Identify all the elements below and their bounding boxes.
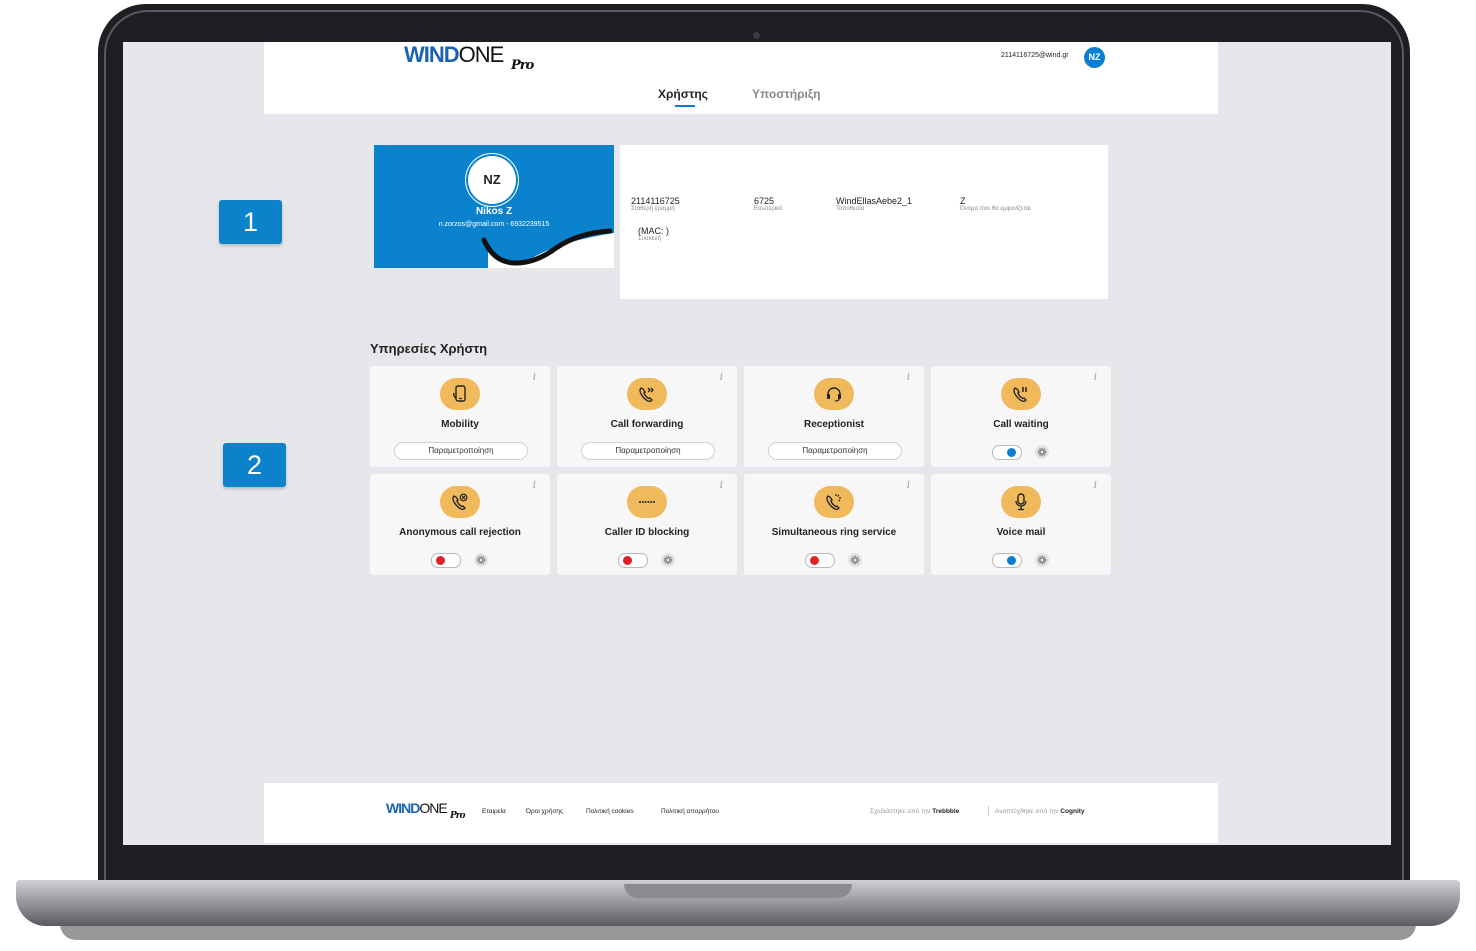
info-icon[interactable]: i <box>1094 480 1097 491</box>
service-tile-simultaneous-ring: i Simultaneous ring service <box>744 474 924 575</box>
gear-icon[interactable] <box>474 553 488 567</box>
configure-button[interactable]: Παραμετροποίηση <box>394 442 528 460</box>
service-title: Mobility <box>441 419 479 430</box>
info-icon[interactable]: i <box>907 372 910 383</box>
gear-icon[interactable] <box>1035 445 1049 459</box>
developed-by-credit: Αναπτύχθηκε από την Cognity <box>995 808 1085 815</box>
mobile-phone-icon <box>440 378 480 410</box>
step-badge-1: 1 <box>219 200 282 244</box>
profile-contact: n.zorzos@gmail.com - 6932239515 <box>438 221 550 228</box>
app-screen: WINDONE Pro 2114116725@wind.gr NZ Χρήστη… <box>123 42 1391 845</box>
info-icon[interactable]: i <box>533 372 536 383</box>
designer-link[interactable]: Trebbble <box>932 808 959 815</box>
top-header: WINDONE Pro 2114116725@wind.gr NZ Χρήστη… <box>264 42 1218 114</box>
masked-dots-icon <box>627 486 667 518</box>
laptop-shadow <box>60 924 1416 940</box>
headset-icon <box>814 378 854 410</box>
call-pause-icon <box>1001 378 1041 410</box>
user-avatar[interactable]: NZ <box>1084 47 1105 68</box>
service-title: Call waiting <box>993 419 1049 430</box>
service-title: Voice mail <box>996 527 1046 538</box>
configure-button[interactable]: Παραμετροποίηση <box>768 442 902 460</box>
call-ring-icon <box>814 486 854 518</box>
extension-field: 6725 Εσωτερικό <box>754 196 783 212</box>
service-tile-voice-mail: i Voice mail <box>931 474 1111 575</box>
footer-logo[interactable]: WINDONE Pro <box>386 800 465 821</box>
microphone-icon <box>1001 486 1041 518</box>
info-icon[interactable]: i <box>907 480 910 491</box>
service-tile-call-forwarding: i Call forwarding Παραμετροποίηση <box>557 366 737 467</box>
service-title: Receptionist <box>803 419 864 430</box>
footer-link-terms[interactable]: Όροι χρήσης <box>526 808 563 815</box>
profile-name: Nikos Z <box>475 206 513 217</box>
footer-link-privacy[interactable]: Πολιτική απορρήτου <box>661 808 719 815</box>
configure-button[interactable]: Παραμετροποίηση <box>581 442 715 460</box>
info-icon[interactable]: i <box>1094 372 1097 383</box>
call-reject-icon <box>440 486 480 518</box>
footer-link-cookies[interactable]: Πολιτική cookies <box>586 808 634 815</box>
services-title: Υπηρεσίες Χρήστη <box>370 341 488 356</box>
gear-icon[interactable] <box>661 553 675 567</box>
tab-user[interactable]: Χρήστης <box>658 87 708 107</box>
service-title: Anonymous call rejection <box>399 527 521 538</box>
service-tile-call-waiting: i Call waiting <box>931 366 1111 467</box>
user-email: 2114116725@wind.gr <box>1001 52 1069 59</box>
info-icon[interactable]: i <box>533 480 536 491</box>
display-name-field: Z Όνομα που θα εμφανίζεται <box>960 196 1031 212</box>
fixed-line-field: 2114116725 Σταθερή γραμμή <box>631 196 680 212</box>
info-icon[interactable]: i <box>720 372 723 383</box>
info-icon[interactable]: i <box>720 480 723 491</box>
page-footer: WINDONE Pro Εταιρεία Όροι χρήσης Πολιτικ… <box>264 783 1218 843</box>
laptop-notch <box>624 884 852 898</box>
webcam <box>753 32 760 39</box>
service-tile-caller-id-blocking: i Caller ID blocking <box>557 474 737 575</box>
call-forward-icon <box>627 378 667 410</box>
service-tile-mobility: i Mobility Παραμετροποίηση <box>370 366 550 467</box>
service-tile-receptionist: i Receptionist Παραμετροποίηση <box>744 366 924 467</box>
footer-divider <box>988 806 989 816</box>
simultaneous-ring-toggle[interactable] <box>805 553 835 568</box>
gear-icon[interactable] <box>1035 553 1049 567</box>
caller-id-blocking-toggle[interactable] <box>618 553 648 568</box>
step-badge-2: 2 <box>223 443 286 487</box>
profile-avatar: NZ <box>468 156 516 204</box>
designed-by-credit: Σχεδιάστηκε από την Trebbble <box>870 808 960 815</box>
footer-link-company[interactable]: Εταιρεία <box>482 808 506 815</box>
user-info-card: 2114116725 Σταθερή γραμμή 6725 Εσωτερικό… <box>620 145 1108 299</box>
device-field: (MAC: ) Συσκευή <box>638 226 669 242</box>
location-field: WindEllasAebe2_1 Τοποθεσία <box>836 196 913 212</box>
tab-support[interactable]: Υποστήριξη <box>752 87 821 101</box>
windone-pro-logo[interactable]: WINDONE Pro <box>404 42 534 73</box>
call-waiting-toggle[interactable] <box>992 445 1022 460</box>
profile-card: NZ Nikos Z n.zorzos@gmail.com - 69322395… <box>374 145 614 268</box>
anonymous-call-rejection-toggle[interactable] <box>431 553 461 568</box>
service-title: Simultaneous ring service <box>771 527 897 538</box>
developer-link[interactable]: Cognity <box>1060 808 1084 815</box>
voice-mail-toggle[interactable] <box>992 553 1022 568</box>
service-title: Call forwarding <box>610 419 684 430</box>
service-tile-anonymous-call-rejection: i Anonymous call rejection <box>370 474 550 575</box>
service-title: Caller ID blocking <box>604 527 690 538</box>
gear-icon[interactable] <box>848 553 862 567</box>
